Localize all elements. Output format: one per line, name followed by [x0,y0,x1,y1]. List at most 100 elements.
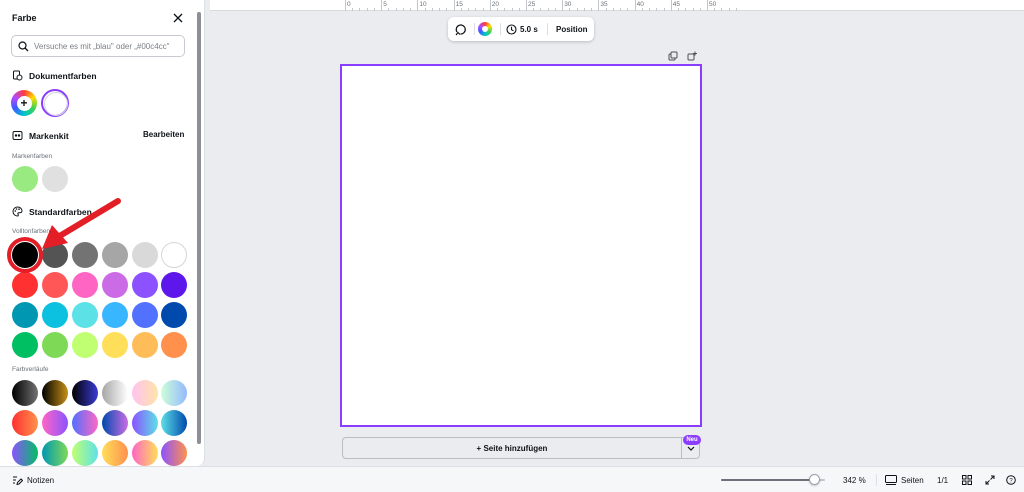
brand-color-swatch[interactable] [42,166,68,192]
gradient-swatch[interactable] [102,440,128,466]
ruler-minor-tick [373,8,375,11]
ruler-minor-tick [388,8,390,11]
new-badge: Neu [683,435,701,445]
solid-color-swatch[interactable] [72,332,98,358]
add-page-icon[interactable] [687,51,697,61]
palette-document-icon [13,70,23,81]
ruler-tick [453,0,455,11]
gradient-swatch[interactable] [102,410,128,436]
solid-color-swatch[interactable] [132,332,158,358]
gradient-swatch[interactable] [12,410,38,436]
solid-color-swatch[interactable] [161,332,187,358]
ruler-tick-label: 10 [419,1,427,8]
add-document-color-button[interactable]: + [11,90,37,116]
zoom-value[interactable]: 342 % [843,467,866,492]
solid-color-swatch[interactable] [12,272,38,298]
ruler-tick-label: 30 [564,1,572,8]
ruler-minor-tick [699,8,701,11]
ruler-minor-tick [460,8,462,11]
solid-color-swatch[interactable] [161,242,187,268]
help-button[interactable]: ? [1006,467,1016,492]
gradient-swatch[interactable] [12,440,38,466]
status-divider [876,474,877,486]
gradient-swatch[interactable] [42,410,68,436]
brand-kit-icon [12,131,23,140]
document-colors-label: Dokumentfarben [29,70,97,81]
panel-scrollbar[interactable] [197,12,201,444]
solid-color-swatch[interactable] [132,272,158,298]
status-bar: Notizen 342 % Seiten 1/1 ? [0,466,1024,492]
solid-color-swatch[interactable] [161,272,187,298]
solid-color-swatch[interactable] [72,302,98,328]
gradient-swatch[interactable] [161,410,187,436]
gradient-swatch[interactable] [161,440,187,466]
position-button[interactable]: Position [556,17,588,41]
solid-color-swatch[interactable] [102,272,128,298]
ruler-minor-tick [475,8,477,11]
design-page[interactable] [340,64,702,427]
solid-color-swatch[interactable] [42,332,68,358]
ruler-tick-label: 0 [347,1,351,8]
solid-color-swatch[interactable] [42,272,68,298]
ruler-tick [526,0,527,11]
background-color-button[interactable] [478,17,492,41]
duration-label: 5.0 s [520,24,538,34]
fullscreen-button[interactable] [985,467,995,492]
notes-button[interactable]: Notizen [12,467,54,492]
ruler-tick [381,0,383,11]
ruler-minor-tick [359,8,361,11]
gradient-swatch[interactable] [42,380,68,406]
help-icon: ? [1006,475,1016,485]
ruler-tick-label: 5 [383,1,387,8]
gradient-swatch[interactable] [42,440,68,466]
solid-color-swatch[interactable] [12,332,38,358]
ruler-minor-tick [583,8,585,11]
solid-color-swatch[interactable] [102,332,128,358]
ruler-minor-tick [533,8,535,11]
brand-kit-edit-link[interactable]: Bearbeiten [143,130,184,139]
ruler-minor-tick [497,8,499,11]
duration-button[interactable]: 5.0 s [506,17,538,41]
annotation-arrow [42,198,121,249]
ruler-tick [562,0,564,11]
gradient-swatch[interactable] [132,380,158,406]
zoom-slider-knob[interactable] [809,474,821,485]
solid-color-swatch[interactable] [102,302,128,328]
duplicate-page-icon[interactable] [668,51,678,61]
solid-color-swatch[interactable] [161,302,187,328]
page-count: 1/1 [937,475,949,485]
solid-color-swatch[interactable] [72,272,98,298]
ruler-minor-tick [482,8,484,11]
ruler-tick-label: 40 [636,1,644,8]
ruler-minor-tick [728,8,730,11]
document-color-swatch-white[interactable] [41,89,69,117]
gradient-swatch[interactable] [102,380,128,406]
gradient-swatch[interactable] [132,410,158,436]
gradient-swatch[interactable] [72,410,98,436]
toolbar-divider [474,23,475,35]
add-page-button[interactable]: + Seite hinzufügen [342,437,682,459]
solid-color-swatch[interactable] [42,302,68,328]
ruler-minor-tick [395,8,397,11]
gradient-swatch[interactable] [72,440,98,466]
ruler-minor-tick [518,8,520,11]
ruler-tick [345,0,346,11]
grid-view-button[interactable] [962,467,972,492]
gradient-swatch[interactable] [72,380,98,406]
ruler-minor-tick [641,8,643,11]
solid-color-swatch[interactable] [132,242,158,268]
close-icon[interactable] [172,12,184,24]
ruler-tick-label: 15 [455,1,463,8]
gradient-swatch[interactable] [161,380,187,406]
solid-color-swatch[interactable] [12,302,38,328]
pages-button[interactable]: Seiten [885,467,924,492]
brand-kit-label: Markenkit [29,130,69,141]
color-search-input[interactable] [34,39,184,54]
gradient-swatch[interactable] [12,380,38,406]
ruler-minor-tick [554,8,556,11]
solid-color-swatch[interactable] [132,302,158,328]
gradient-swatch[interactable] [132,440,158,466]
brand-color-swatch[interactable] [12,166,38,192]
color-search-box[interactable] [11,35,185,57]
animate-button[interactable] [454,17,467,41]
